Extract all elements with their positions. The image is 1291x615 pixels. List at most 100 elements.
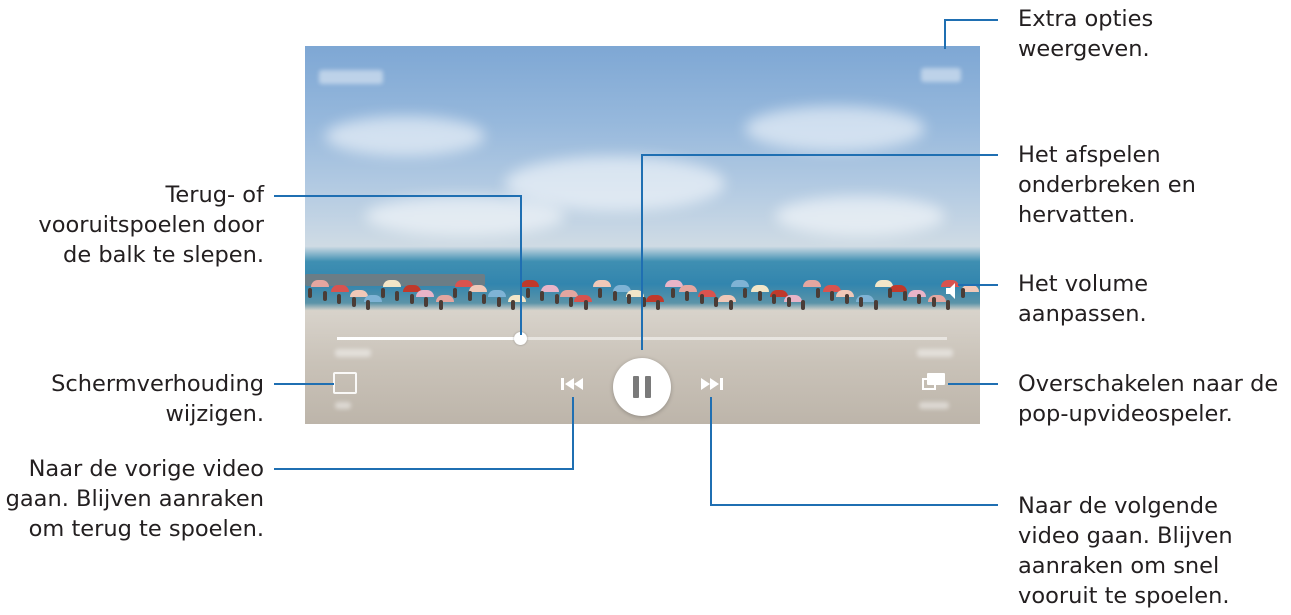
- callout-extra-options: Extra opties weergeven.: [1018, 4, 1153, 64]
- beach-person: [786, 297, 791, 307]
- beach-person: [728, 300, 733, 310]
- beach-person: [366, 300, 370, 310]
- callout-line-text: om terug te spoelen.: [28, 516, 264, 542]
- beach-person: [322, 291, 327, 301]
- callout-line-volume: [958, 284, 998, 286]
- beach-person: [453, 288, 457, 298]
- beach-umbrella: [645, 295, 664, 302]
- beach-person: [830, 291, 834, 301]
- skip-previous-icon[interactable]: [559, 376, 587, 392]
- beach-umbrella: [717, 295, 736, 302]
- beach-person: [496, 297, 501, 307]
- callout-line-text: Overschakelen naar de: [1018, 371, 1279, 397]
- beach-person: [931, 297, 936, 307]
- callout-popup-player: Overschakelen naar de pop-upvideospeler.: [1018, 369, 1278, 429]
- beach-umbrella: [521, 280, 539, 287]
- callout-line-text: aanpassen.: [1018, 301, 1147, 327]
- beach-person: [757, 291, 762, 301]
- beach-person: [308, 288, 312, 298]
- pause-button[interactable]: [613, 358, 671, 416]
- callout-line-text: wijzigen.: [165, 401, 264, 427]
- beach-person: [902, 291, 907, 301]
- beach-person: [960, 288, 965, 298]
- cloud: [325, 116, 485, 156]
- beach-person: [424, 297, 428, 307]
- callout-line-text: Naar de volgende: [1018, 493, 1218, 519]
- beach-umbrella: [311, 280, 329, 287]
- cloud: [365, 196, 565, 236]
- callout-line-previous: [572, 397, 574, 470]
- beach-person: [554, 294, 559, 304]
- beach-person: [873, 300, 878, 310]
- callout-line-text: Naar de vorige video: [28, 456, 264, 482]
- beach-person: [467, 291, 472, 301]
- beach-person: [525, 288, 530, 298]
- beach-umbrella: [803, 280, 821, 287]
- beach-umbrella: [593, 280, 611, 287]
- beach-person: [743, 288, 747, 298]
- callout-line-aspect: [274, 383, 334, 385]
- beach-person: [801, 300, 805, 310]
- beach-person: [540, 291, 544, 301]
- beach-person: [438, 300, 443, 310]
- beach-person: [351, 297, 356, 307]
- callout-line-text: Het volume: [1018, 271, 1149, 297]
- beach-umbrella: [416, 290, 434, 297]
- beach-person: [699, 294, 704, 304]
- beach-person: [511, 300, 515, 310]
- beach-person: [409, 294, 414, 304]
- beach-umbrella: [927, 295, 946, 302]
- progress-fill: [337, 337, 520, 340]
- callout-line-popup: [948, 383, 998, 385]
- cloud: [775, 196, 945, 236]
- beach-person: [380, 288, 385, 298]
- callout-line-text: pop-upvideospeler.: [1018, 401, 1233, 427]
- beach-person: [598, 288, 602, 298]
- callout-line-extra-options: [944, 19, 946, 49]
- beach-person: [815, 288, 820, 298]
- beach-umbrella: [488, 290, 506, 297]
- pause-icon-bar: [645, 376, 651, 398]
- beach-person: [685, 291, 689, 301]
- popup-label-blurred: [919, 402, 949, 409]
- beach-person: [395, 291, 399, 301]
- aspect-ratio-label-blurred: [335, 402, 351, 409]
- beach-person: [714, 297, 718, 307]
- callout-line-pause: [641, 154, 998, 156]
- callout-aspect-ratio: Schermverhouding wijzigen.: [51, 369, 264, 429]
- callout-line-text: hervatten.: [1018, 202, 1136, 228]
- callout-line-seek: [520, 195, 522, 335]
- popup-player-icon[interactable]: [922, 372, 946, 392]
- callout-seek: Terug- of vooruitspoelen door de balk te…: [38, 180, 264, 270]
- callout-line-text: gaan. Blijven aanraken: [5, 486, 264, 512]
- callout-line-text: video gaan. Blijven: [1018, 523, 1233, 549]
- cloud: [745, 106, 925, 151]
- callout-line-text: Extra opties: [1018, 6, 1154, 32]
- video-title-blurred: [319, 70, 383, 84]
- callout-line-text: Schermverhouding: [51, 371, 264, 397]
- beach-person: [859, 297, 863, 307]
- top-right-controls-blurred: [921, 68, 961, 82]
- callout-line-text: aanraken om snel: [1018, 553, 1220, 579]
- aspect-ratio-icon[interactable]: [333, 372, 357, 394]
- beach-person: [627, 294, 631, 304]
- beach-person: [772, 294, 776, 304]
- beach-person: [612, 291, 617, 301]
- callout-line-text: vooruitspoelen door: [38, 212, 264, 238]
- total-time-blurred: [917, 349, 953, 357]
- callout-pause-resume: Het afspelen onderbreken en hervatten.: [1018, 140, 1196, 230]
- callout-line-seek: [274, 195, 522, 197]
- beach-umbrella: [573, 295, 592, 302]
- callout-line-next: [710, 504, 998, 506]
- beach-person: [670, 288, 675, 298]
- beach-umbrella: [731, 280, 749, 287]
- callout-line-text: weergeven.: [1018, 36, 1150, 62]
- skip-next-icon[interactable]: [697, 376, 725, 392]
- pause-icon-bar: [633, 376, 639, 398]
- callout-line-text: Het afspelen: [1018, 142, 1161, 168]
- elapsed-time-blurred: [335, 349, 371, 357]
- beach-person: [656, 300, 660, 310]
- beach-person: [917, 294, 921, 304]
- callout-line-text: onderbreken en: [1018, 172, 1196, 198]
- callout-line-pause: [641, 154, 643, 350]
